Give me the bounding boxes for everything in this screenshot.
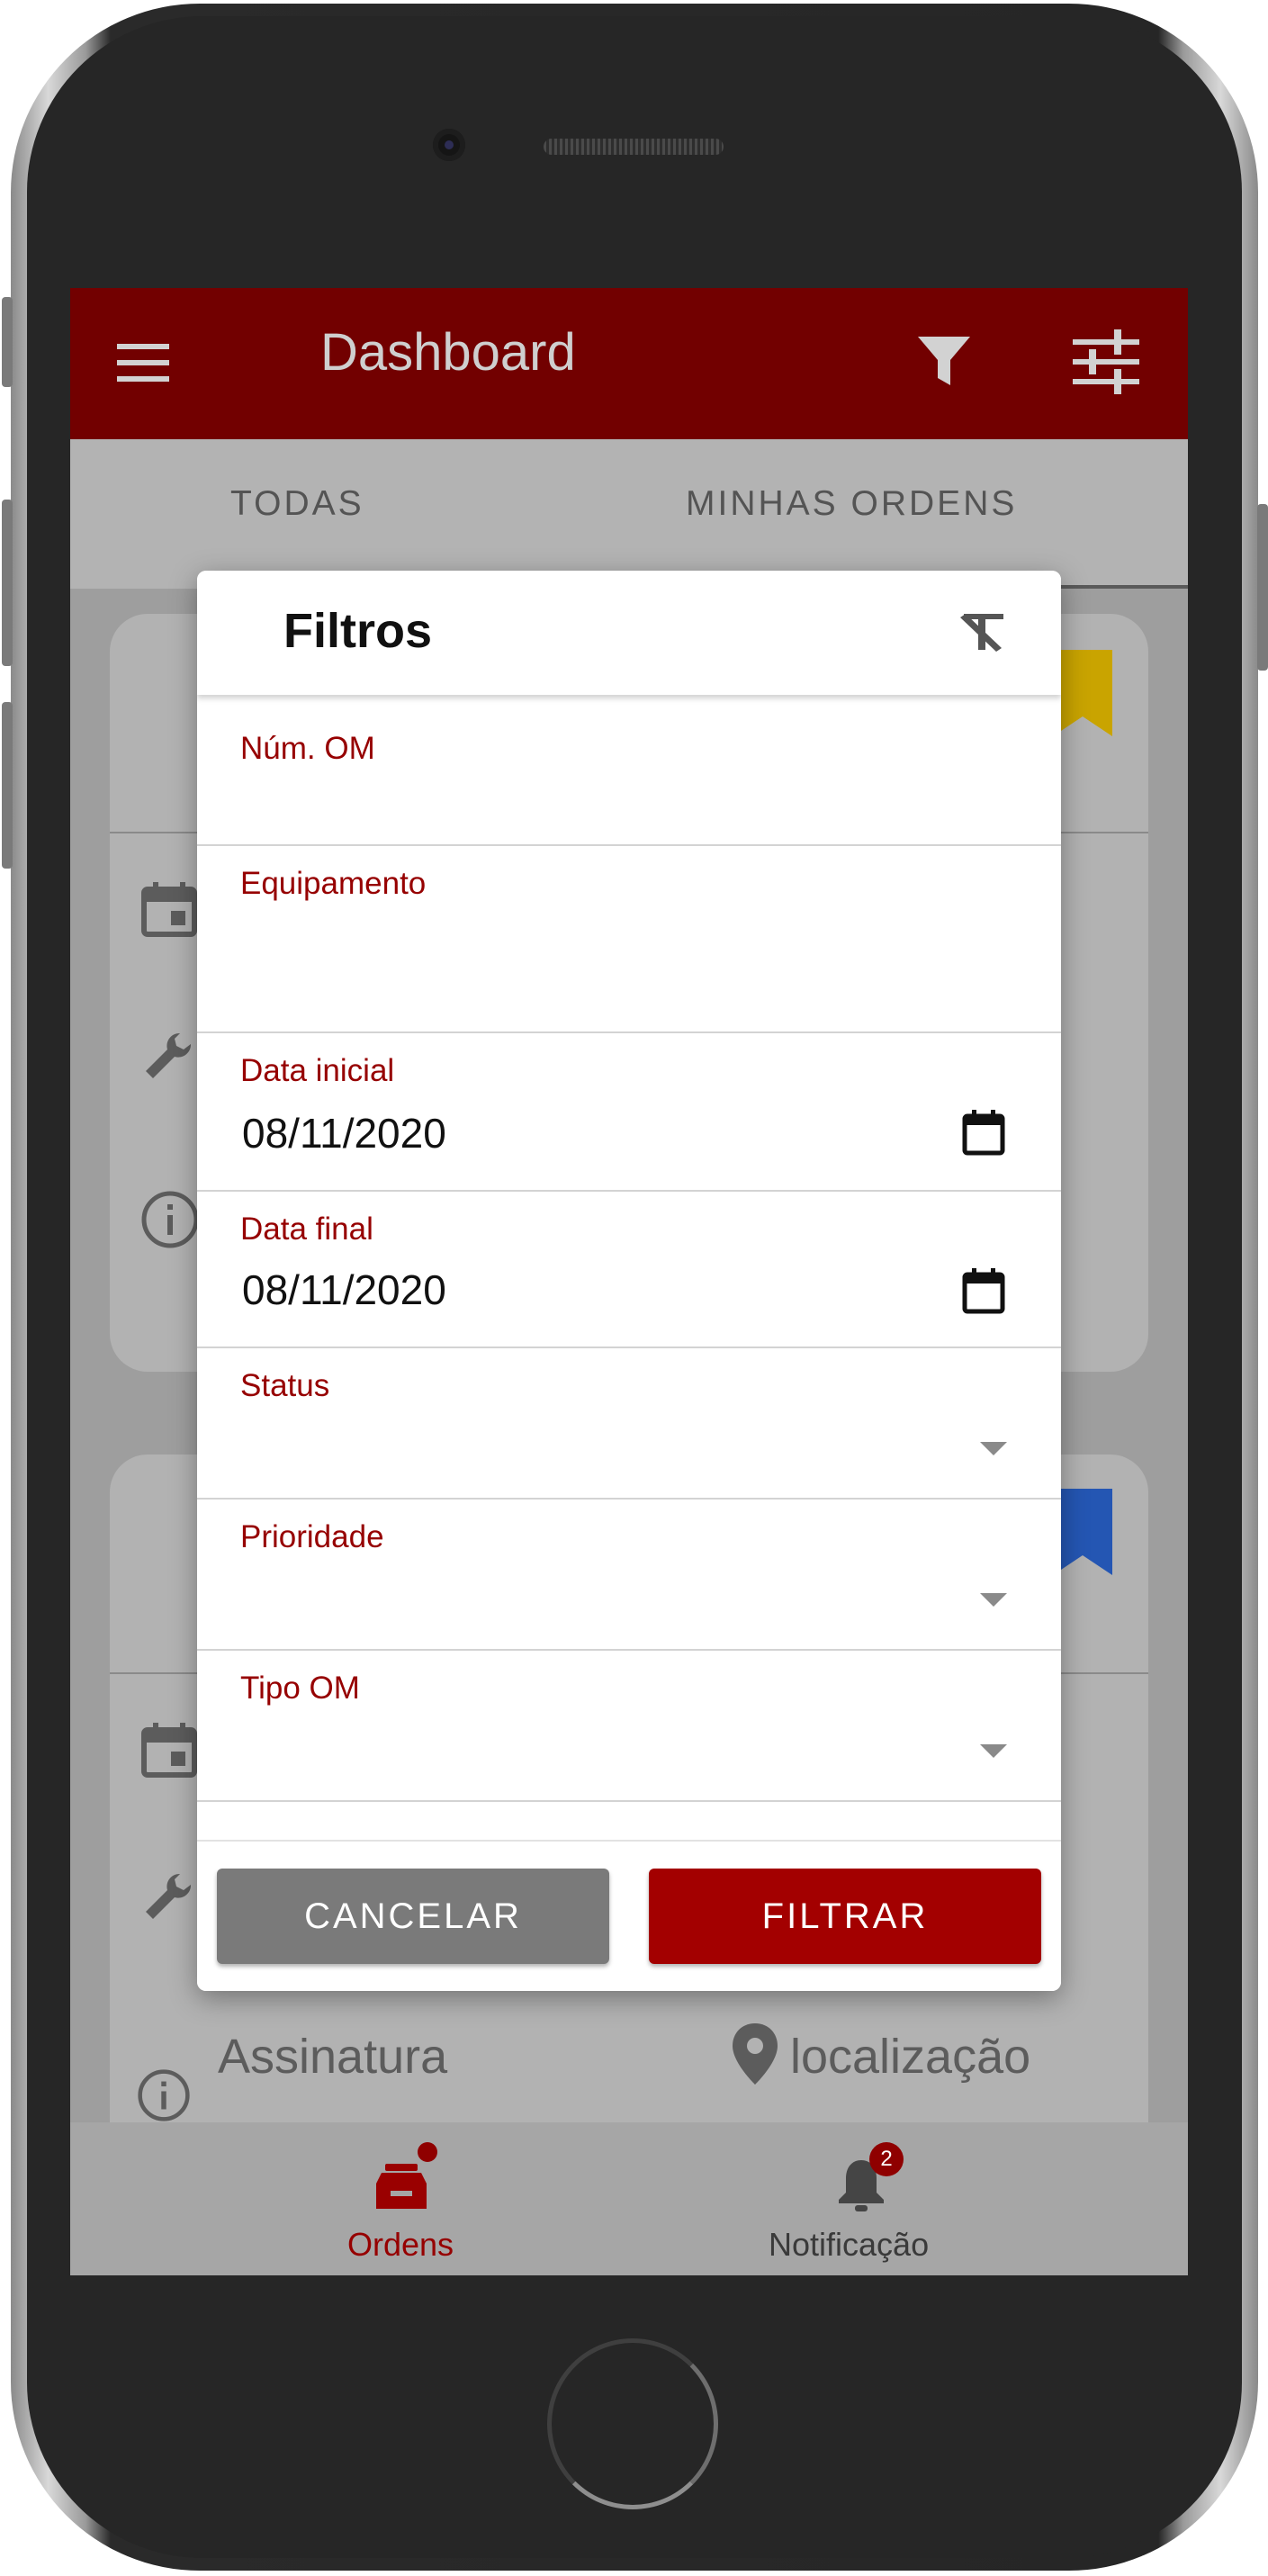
filter-button[interactable]: FILTRAR: [649, 1869, 1041, 1964]
volume-down-button: [2, 702, 13, 869]
tipo-om-label: Tipo OM: [240, 1671, 360, 1706]
chevron-down-icon: [980, 1442, 1007, 1455]
dialog-actions: CANCELAR FILTRAR: [197, 1842, 1061, 1991]
cancel-button[interactable]: CANCELAR: [217, 1869, 609, 1964]
mute-switch: [2, 297, 13, 387]
prioridade-label: Prioridade: [240, 1519, 384, 1554]
home-button[interactable]: [547, 2338, 718, 2509]
equipamento-label: Equipamento: [240, 866, 427, 901]
calendar-icon[interactable]: [962, 1267, 1005, 1314]
chevron-down-icon: [980, 1744, 1007, 1758]
num-om-field[interactable]: Núm. OM: [197, 695, 1061, 846]
front-camera: [433, 129, 465, 161]
num-om-label: Núm. OM: [240, 731, 375, 766]
calendar-icon[interactable]: [962, 1109, 1005, 1156]
chevron-down-icon: [980, 1593, 1007, 1607]
data-inicial-input[interactable]: 08/11/2020: [242, 1109, 446, 1157]
clear-filter-icon[interactable]: [958, 610, 1005, 653]
dialog-header: Filtros: [197, 571, 1061, 695]
earpiece-speaker: [544, 139, 724, 155]
equipamento-field[interactable]: Equipamento: [197, 846, 1061, 1033]
data-inicial-field[interactable]: Data inicial 08/11/2020: [197, 1033, 1061, 1192]
data-final-input[interactable]: 08/11/2020: [242, 1265, 446, 1314]
data-final-field[interactable]: Data final 08/11/2020: [197, 1192, 1061, 1348]
status-select[interactable]: Status: [197, 1348, 1061, 1500]
more-fields-hint: [197, 1802, 1061, 1842]
status-label: Status: [240, 1368, 330, 1403]
power-button: [1257, 504, 1268, 671]
data-final-label: Data final: [240, 1211, 373, 1247]
tipo-om-select[interactable]: Tipo OM: [197, 1651, 1061, 1802]
filter-dialog: Filtros Núm. OM Equipamento Data inicial…: [197, 571, 1061, 1991]
dialog-title: Filtros: [283, 604, 433, 658]
prioridade-select[interactable]: Prioridade: [197, 1500, 1061, 1651]
data-inicial-label: Data inicial: [240, 1053, 395, 1088]
volume-up-button: [2, 500, 13, 666]
